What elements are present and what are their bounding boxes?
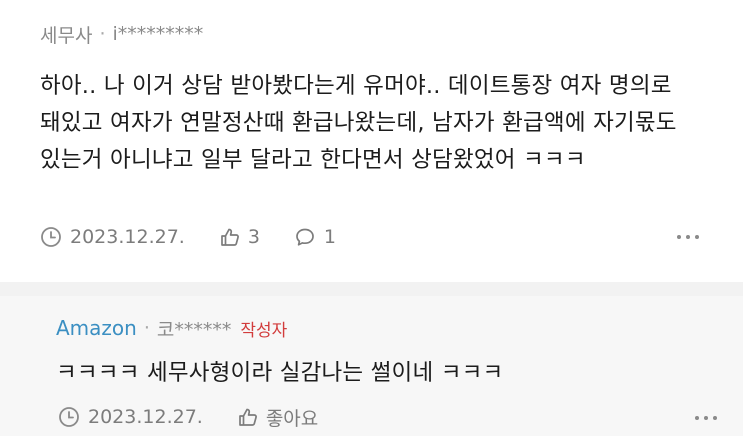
divider: [0, 282, 743, 296]
comment-date-text: 2023.12.27.: [70, 226, 185, 248]
more-dots-icon[interactable]: [695, 414, 717, 422]
clock-icon: [58, 406, 80, 428]
thumbs-up-icon: [237, 406, 259, 428]
comment-author[interactable]: 세무사: [40, 21, 92, 48]
more-dots-icon[interactable]: [677, 233, 699, 241]
like-count: 3: [247, 226, 260, 248]
reply-date: 2023.12.27.: [58, 406, 203, 428]
reply-footer: 2023.12.27. 좋아요: [58, 402, 318, 432]
comment-meta: 세무사 · i*********: [40, 20, 703, 48]
meta-separator: ·: [143, 317, 150, 339]
comment-footer: 2023.12.27. 3 1: [40, 222, 336, 252]
writer-badge: 작성자: [240, 320, 288, 341]
reply-meta: Amazon · 코****** 작성자: [56, 314, 687, 342]
reply-author[interactable]: Amazon: [56, 316, 137, 340]
reply-button[interactable]: 1: [294, 226, 336, 248]
clock-icon: [40, 226, 62, 248]
comment: 세무사 · i********* 하아.. 나 이거 상담 받아봤다는게 유머야…: [0, 0, 743, 282]
comment-date: 2023.12.27.: [40, 226, 185, 248]
speech-bubble-icon: [294, 226, 316, 248]
like-button[interactable]: 3: [219, 226, 260, 248]
reply-count: 1: [323, 226, 337, 248]
meta-separator: ·: [99, 23, 106, 45]
reply-masked-id: 코******: [156, 318, 232, 341]
comment-text: 하아.. 나 이거 상담 받아봤다는게 유머야.. 데이트통장 여자 명의로 돼…: [40, 73, 677, 173]
reply-like-label: 좋아요: [265, 407, 319, 430]
comment-masked-id: i*********: [112, 23, 204, 45]
reply-like-button[interactable]: 좋아요: [237, 404, 318, 431]
thumbs-up-icon: [219, 226, 241, 248]
reply-date-text: 2023.12.27.: [88, 406, 203, 428]
reply: Amazon · 코****** 작성자 ㅋㅋㅋㅋ 세무사형이라 실감나는 썰이…: [0, 296, 743, 436]
reply-text: ㅋㅋㅋㅋ 세무사형이라 실감나는 썰이네 ㅋㅋㅋ: [56, 360, 504, 386]
